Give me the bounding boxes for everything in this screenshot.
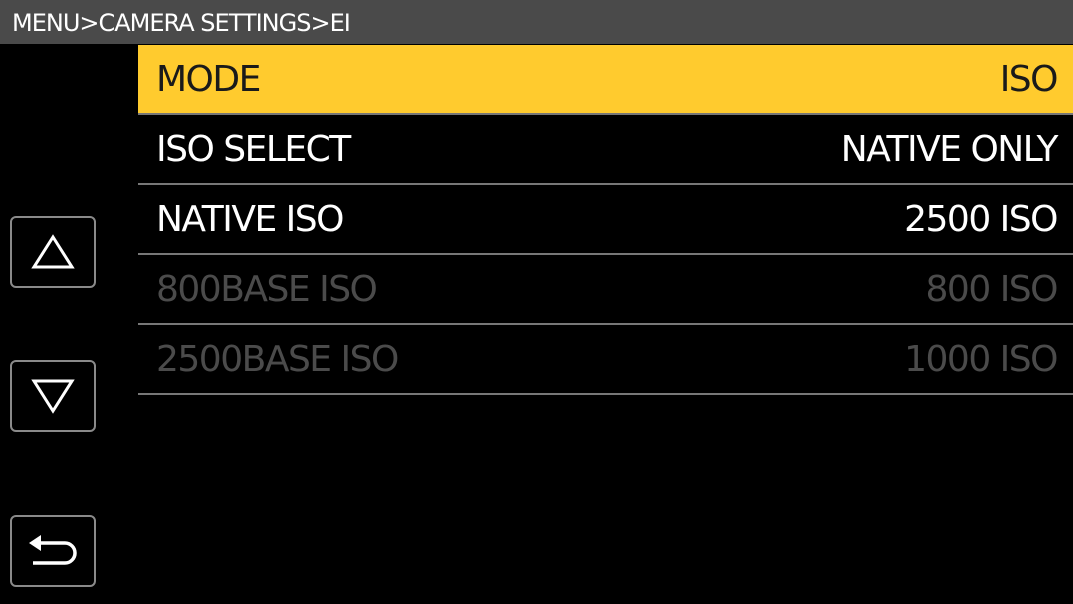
menu-item-label: NATIVE ISO: [156, 198, 345, 240]
menu-item-label: 2500BASE ISO: [156, 338, 399, 380]
triangle-up-icon: [31, 234, 75, 269]
menu-item-native-iso[interactable]: NATIVE ISO 2500 ISO: [138, 185, 1073, 255]
breadcrumb: MENU>CAMERA SETTINGS>EI: [0, 0, 1073, 44]
menu-item-mode[interactable]: MODE ISO: [138, 45, 1073, 115]
scroll-up-button[interactable]: [10, 216, 96, 288]
menu-item-2500base-iso: 2500BASE ISO 1000 ISO: [138, 325, 1073, 395]
menu-item-800base-iso: 800BASE ISO 800 ISO: [138, 255, 1073, 325]
back-button[interactable]: [10, 515, 96, 587]
menu-item-label: MODE: [156, 58, 261, 100]
menu-item-value: 1000 ISO: [904, 338, 1058, 380]
menu-item-value: 800 ISO: [925, 268, 1059, 310]
return-arrow-icon: [29, 535, 77, 565]
menu-item-value: ISO: [999, 58, 1059, 100]
menu-item-value: 2500 ISO: [904, 198, 1058, 240]
scroll-down-button[interactable]: [10, 360, 96, 432]
menu-item-value: NATIVE ONLY: [840, 128, 1059, 170]
menu-item-label: 800BASE ISO: [156, 268, 378, 310]
settings-menu: MODE ISO ISO SELECT NATIVE ONLY NATIVE I…: [138, 45, 1073, 395]
menu-item-iso-select[interactable]: ISO SELECT NATIVE ONLY: [138, 115, 1073, 185]
menu-item-label: ISO SELECT: [156, 128, 351, 170]
triangle-down-icon: [31, 379, 75, 414]
